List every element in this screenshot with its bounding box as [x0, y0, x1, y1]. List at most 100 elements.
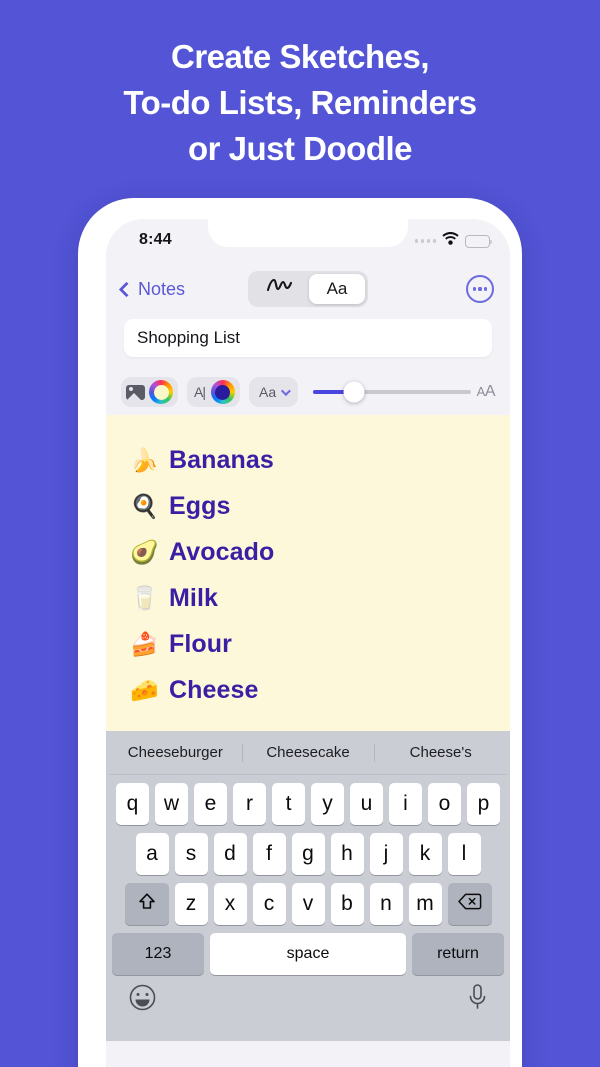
ellipsis-circle-icon[interactable]: [466, 275, 494, 303]
list-item-emoji: 🥑: [130, 538, 159, 565]
key-x[interactable]: x: [213, 883, 247, 925]
key-f[interactable]: f: [252, 833, 286, 875]
shift-key[interactable]: [124, 883, 169, 925]
backspace-icon: [457, 892, 482, 916]
keyboard-footer: [109, 975, 507, 1015]
on-screen-keyboard: Cheeseburger Cheesecake Cheese's qwertyu…: [106, 731, 510, 1041]
list-item[interactable]: 🥑 Avocado: [130, 529, 510, 575]
slider-track[interactable]: [313, 381, 471, 403]
space-key[interactable]: space: [210, 933, 406, 975]
key-n[interactable]: n: [369, 883, 403, 925]
text-color-button[interactable]: A|: [187, 377, 240, 407]
key-u[interactable]: u: [350, 783, 383, 825]
key-a[interactable]: a: [135, 833, 169, 875]
key-e[interactable]: e: [194, 783, 227, 825]
list-item[interactable]: 🍌 Bananas: [130, 437, 510, 483]
list-item[interactable]: 🥛 Milk: [130, 575, 510, 621]
key-y[interactable]: y: [311, 783, 344, 825]
key-t[interactable]: t: [272, 783, 305, 825]
key-w[interactable]: w: [155, 783, 188, 825]
key-q[interactable]: q: [116, 783, 149, 825]
key-j[interactable]: j: [369, 833, 403, 875]
list-item-label: Cheese: [169, 675, 259, 704]
note-title-value: Shopping List: [137, 328, 241, 347]
phone-frame: 8:44 Notes Aa Shopping List A| Aa AA 🍌 B…: [78, 198, 522, 1067]
status-time: 8:44: [139, 231, 172, 248]
emoji-smiley-icon[interactable]: [129, 984, 156, 1016]
volume-up-button[interactable]: [78, 364, 88, 420]
list-item[interactable]: 🍰 Flour: [130, 621, 510, 667]
key-c[interactable]: c: [252, 883, 286, 925]
list-item-emoji: 🧀: [130, 676, 159, 703]
list-item[interactable]: 🍳 Eggs: [130, 483, 510, 529]
navigation-bar: Notes Aa: [106, 263, 510, 315]
list-item-label: Eggs: [169, 491, 231, 520]
suggestion-item[interactable]: Cheesecake: [242, 744, 375, 761]
list-item-label: Flour: [169, 629, 232, 658]
list-item[interactable]: 🧀 Cheese: [130, 667, 510, 713]
autocomplete-suggestion-bar: Cheeseburger Cheesecake Cheese's: [109, 731, 507, 775]
keyboard-row-1: qwertyuiop: [109, 783, 507, 825]
key-g[interactable]: g: [291, 833, 325, 875]
signal-dots-icon: [414, 239, 436, 243]
list-item-label: Milk: [169, 583, 219, 612]
key-s[interactable]: s: [174, 833, 208, 875]
tab-draw-mode[interactable]: [251, 274, 307, 304]
font-size-max-label: AA: [476, 383, 496, 400]
power-button[interactable]: [512, 410, 522, 502]
image-icon: [126, 384, 145, 400]
silent-switch-button[interactable]: [78, 310, 88, 340]
back-to-notes-button[interactable]: Notes: [118, 279, 185, 300]
microphone-icon[interactable]: [468, 984, 487, 1016]
color-wheel-highlight-icon: [149, 380, 173, 404]
font-picker-button[interactable]: Aa: [248, 377, 299, 407]
key-p[interactable]: p: [467, 783, 500, 825]
headline-line-3: or Just Doodle: [187, 130, 413, 167]
key-r[interactable]: r: [233, 783, 266, 825]
suggestion-item[interactable]: Cheese's: [374, 744, 507, 761]
list-item-emoji: 🍳: [130, 492, 159, 519]
slider-thumb[interactable]: [343, 381, 365, 403]
color-wheel-text-icon: [210, 380, 235, 404]
text-cursor-icon: A|: [194, 384, 206, 400]
headline-line-1: Create Sketches,: [171, 38, 429, 75]
status-indicators: [414, 232, 493, 250]
phone-mockup: 8:44 Notes Aa Shopping List A| Aa AA 🍌 B…: [70, 198, 530, 1067]
key-l[interactable]: l: [447, 833, 481, 875]
list-item-label: Avocado: [169, 537, 275, 566]
key-d[interactable]: d: [213, 833, 247, 875]
volume-down-button[interactable]: [78, 436, 88, 492]
key-z[interactable]: z: [174, 883, 208, 925]
shift-icon: [137, 892, 157, 917]
wifi-icon: [442, 232, 459, 250]
font-size-slider[interactable]: AA: [313, 377, 496, 407]
phone-screen: 8:44 Notes Aa Shopping List A| Aa AA 🍌 B…: [106, 219, 510, 1067]
key-i[interactable]: i: [389, 783, 422, 825]
key-m[interactable]: m: [408, 883, 442, 925]
chevron-left-icon: [118, 281, 135, 298]
key-b[interactable]: b: [330, 883, 364, 925]
list-item-emoji: 🥛: [130, 584, 159, 611]
battery-icon: [465, 234, 493, 248]
return-key[interactable]: return: [412, 933, 504, 975]
key-h[interactable]: h: [330, 833, 364, 875]
note-content-area[interactable]: 🍌 Bananas 🍳 Eggs 🥑 Avocado 🥛 Milk 🍰 Flou…: [106, 415, 510, 731]
keyboard-row-3: zxcvbnm: [109, 883, 507, 925]
backspace-key[interactable]: [447, 883, 492, 925]
tab-text-mode[interactable]: Aa: [309, 274, 365, 304]
editor-mode-segmented-control[interactable]: Aa: [248, 271, 368, 307]
suggestion-item[interactable]: Cheeseburger: [109, 744, 242, 761]
list-item-emoji: 🍰: [130, 630, 159, 657]
highlight-color-button[interactable]: [121, 377, 178, 407]
note-title-input[interactable]: Shopping List: [124, 319, 492, 357]
keyboard-row-4: 123 space return: [109, 933, 507, 975]
keyboard-row-2: asdfghjkl: [109, 833, 507, 875]
headline-line-2: To-do Lists, Reminders: [123, 84, 477, 121]
key-v[interactable]: v: [291, 883, 325, 925]
key-o[interactable]: o: [428, 783, 461, 825]
font-picker-label: Aa: [258, 384, 277, 400]
numbers-key[interactable]: 123: [112, 933, 204, 975]
key-k[interactable]: k: [408, 833, 442, 875]
list-item-emoji: 🍌: [130, 446, 159, 473]
chevron-down-icon: [281, 385, 291, 396]
